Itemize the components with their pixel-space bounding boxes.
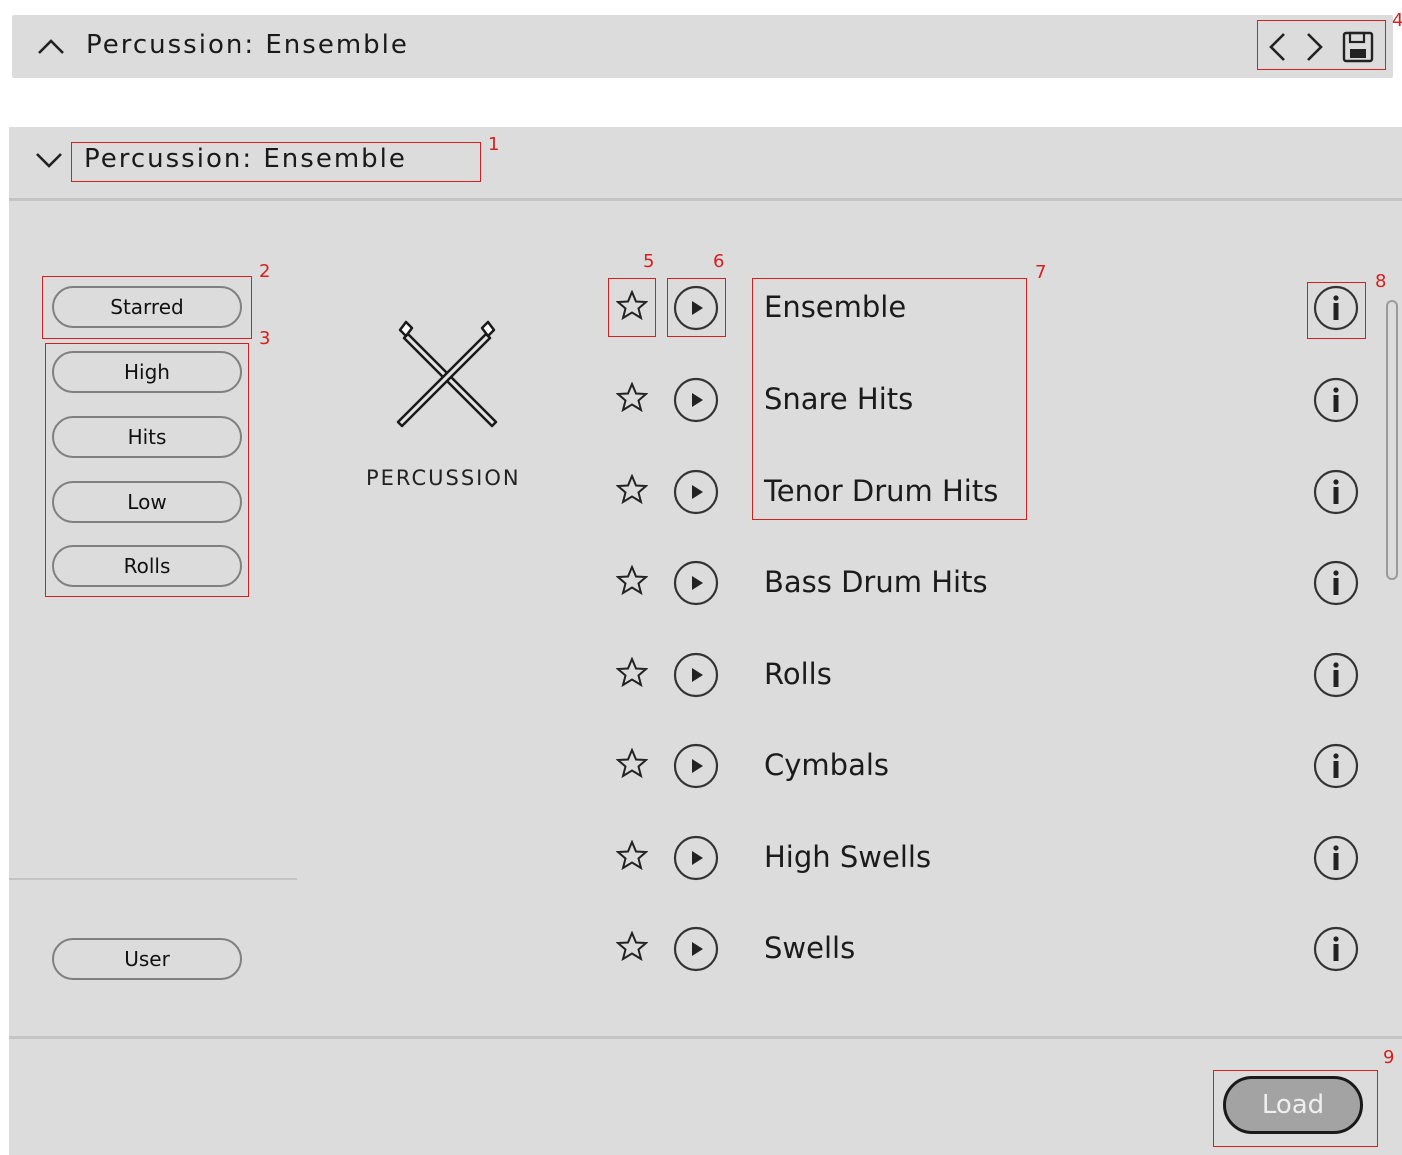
tag-filter-hits[interactable]: Hits <box>52 416 242 458</box>
annotation-number: 6 <box>713 251 725 272</box>
chevron-down-icon[interactable] <box>34 150 64 170</box>
save-icon[interactable] <box>1342 31 1374 63</box>
preset-row[interactable]: Rolls <box>610 645 1370 705</box>
info-icon[interactable] <box>1312 284 1360 337</box>
info-icon[interactable] <box>1312 925 1360 978</box>
load-button[interactable]: Load <box>1223 1076 1363 1134</box>
annotation-number: 7 <box>1035 262 1047 283</box>
play-preview-icon[interactable] <box>672 376 720 429</box>
star-icon[interactable] <box>615 473 649 509</box>
title-divider <box>9 198 1402 201</box>
crossed-mallets-icon <box>396 320 498 428</box>
star-icon[interactable] <box>615 289 649 325</box>
preset-row[interactable]: Swells <box>610 919 1370 979</box>
preset-row[interactable]: High Swells <box>610 828 1370 888</box>
tag-filter-low[interactable]: Low <box>52 481 242 523</box>
info-icon[interactable] <box>1312 559 1360 612</box>
star-icon[interactable] <box>615 656 649 692</box>
footer-divider <box>9 1036 1402 1039</box>
star-icon[interactable] <box>615 747 649 783</box>
info-icon[interactable] <box>1312 651 1360 704</box>
preset-row[interactable]: Tenor Drum Hits <box>610 462 1370 522</box>
preset-name[interactable]: High Swells <box>764 840 931 874</box>
annotation-number: 3 <box>259 328 271 349</box>
play-preview-icon[interactable] <box>672 834 720 887</box>
star-icon[interactable] <box>615 839 649 875</box>
tag-filter-high[interactable]: High <box>52 351 242 393</box>
chevron-up-icon[interactable] <box>36 36 66 56</box>
preset-row[interactable]: Snare Hits <box>610 370 1370 430</box>
info-icon[interactable] <box>1312 376 1360 429</box>
play-preview-icon[interactable] <box>672 284 720 337</box>
star-icon[interactable] <box>615 930 649 966</box>
next-arrow-icon[interactable] <box>1302 31 1326 63</box>
annotation-number: 2 <box>259 261 271 282</box>
play-preview-icon[interactable] <box>672 651 720 704</box>
preset-name[interactable]: Cymbals <box>764 748 889 782</box>
play-preview-icon[interactable] <box>672 468 720 521</box>
preset-name[interactable]: Bass Drum Hits <box>764 565 988 599</box>
category-label: PERCUSSION <box>366 466 521 490</box>
annotation-number: 4 <box>1392 10 1402 31</box>
user-filter-button[interactable]: User <box>52 938 242 980</box>
annotation-number: 9 <box>1383 1047 1395 1068</box>
preset-row[interactable]: Ensemble <box>610 278 1370 338</box>
star-icon[interactable] <box>615 381 649 417</box>
filter-divider <box>9 878 297 880</box>
preset-name[interactable]: Swells <box>764 931 855 965</box>
preset-row[interactable]: Bass Drum Hits <box>610 553 1370 613</box>
play-preview-icon[interactable] <box>672 742 720 795</box>
annotation-number: 5 <box>643 251 655 272</box>
preset-name[interactable]: Rolls <box>764 657 832 691</box>
play-preview-icon[interactable] <box>672 559 720 612</box>
header-nav-group <box>1258 27 1385 70</box>
tag-filter-rolls[interactable]: Rolls <box>52 545 242 587</box>
info-icon[interactable] <box>1312 742 1360 795</box>
info-icon[interactable] <box>1312 834 1360 887</box>
panel-title[interactable]: Percussion: Ensemble <box>84 144 407 174</box>
preset-list-scrollbar[interactable] <box>1386 300 1398 580</box>
preset-name[interactable]: Tenor Drum Hits <box>764 474 998 508</box>
star-icon[interactable] <box>615 564 649 600</box>
header-title: Percussion: Ensemble <box>86 30 409 60</box>
preset-name[interactable]: Snare Hits <box>764 382 913 416</box>
play-preview-icon[interactable] <box>672 925 720 978</box>
starred-filter-button[interactable]: Starred <box>52 286 242 328</box>
annotation-number: 1 <box>488 134 500 155</box>
info-icon[interactable] <box>1312 468 1360 521</box>
annotation-number: 8 <box>1375 271 1387 292</box>
previous-arrow-icon[interactable] <box>1266 31 1290 63</box>
preset-name[interactable]: Ensemble <box>764 290 906 324</box>
preset-row[interactable]: Cymbals <box>610 736 1370 796</box>
